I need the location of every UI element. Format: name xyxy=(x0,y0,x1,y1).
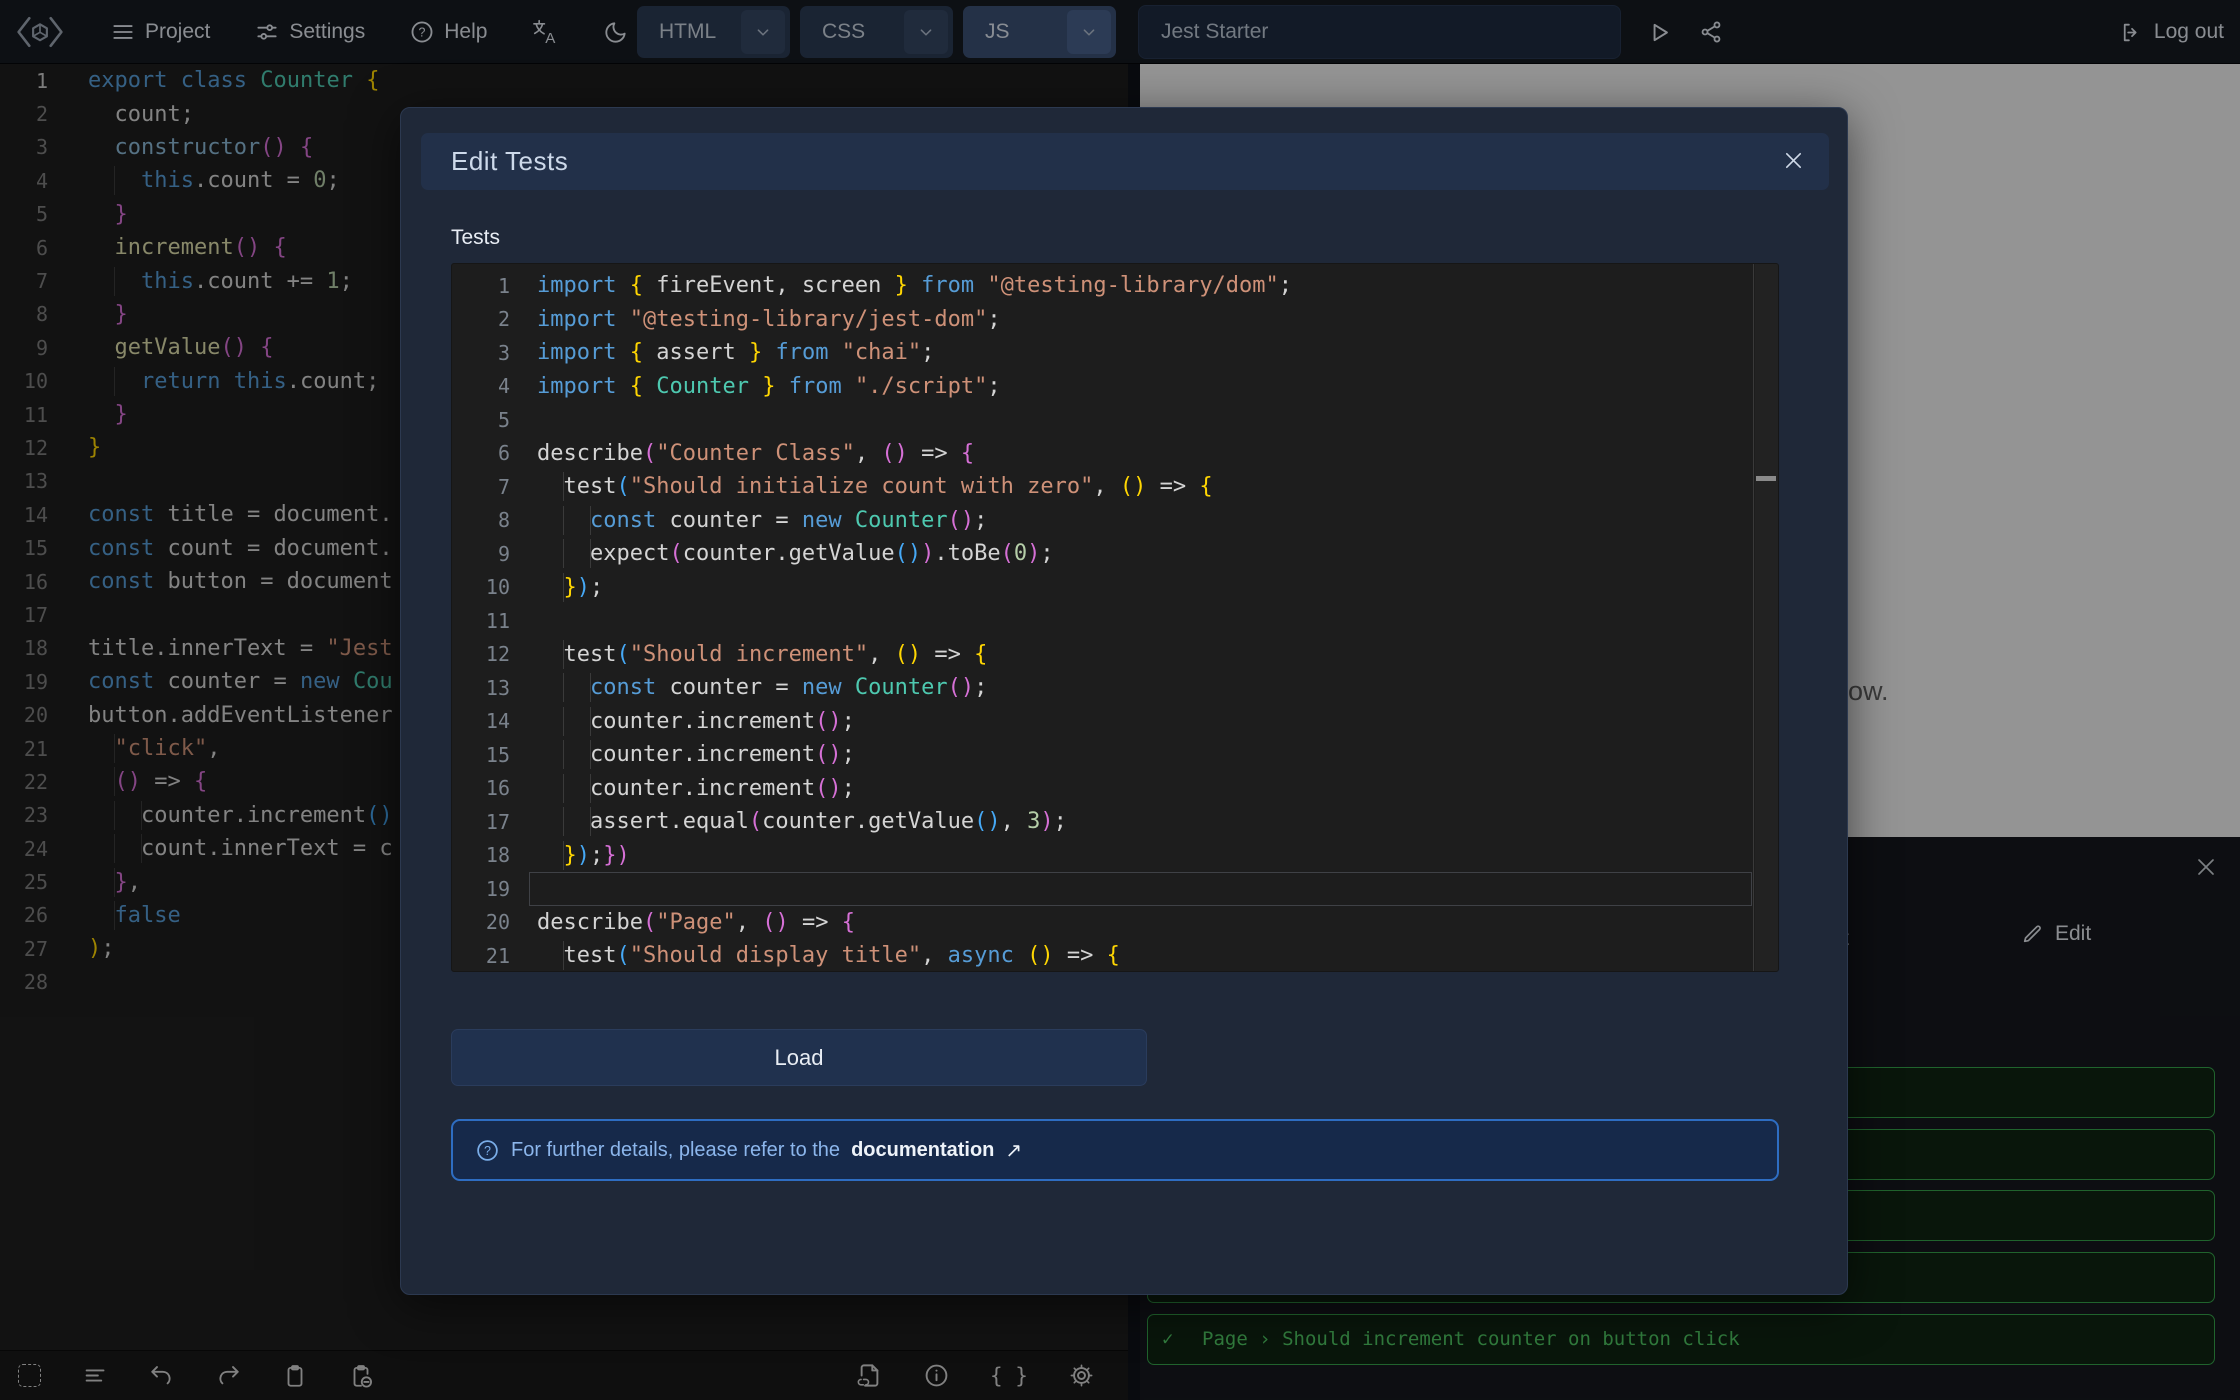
banner-text: For further details, please refer to the xyxy=(511,1139,840,1162)
code-line: 10 }); xyxy=(452,571,1778,605)
code-line: 1import { fireEvent, screen } from "@tes… xyxy=(452,269,1778,303)
code-line: 6describe("Counter Class", () => { xyxy=(452,437,1778,471)
editor-divider xyxy=(1753,264,1754,971)
code-line: 11 xyxy=(452,604,1778,638)
code-line: 17 assert.equal(counter.getValue(), 3); xyxy=(452,805,1778,839)
tests-code-editor[interactable]: 1import { fireEvent, screen } from "@tes… xyxy=(451,263,1779,972)
modal-close-button[interactable] xyxy=(1782,149,1805,175)
external-link-arrow-icon: ↗ xyxy=(1005,1138,1022,1163)
code-line: 8 const counter = new Counter(); xyxy=(452,504,1778,538)
code-line: 12 test("Should increment", () => { xyxy=(452,638,1778,672)
svg-text:?: ? xyxy=(484,1144,491,1158)
documentation-link[interactable]: documentation xyxy=(851,1139,994,1162)
code-line: 20describe("Page", () => { xyxy=(452,906,1778,940)
code-line: 2import "@testing-library/jest-dom"; xyxy=(452,303,1778,337)
close-icon xyxy=(1782,149,1805,172)
app-root: Project Settings ? Help A HTML xyxy=(0,0,2240,1400)
modal-header: Edit Tests xyxy=(421,133,1829,190)
code-line: 5 xyxy=(452,403,1778,437)
code-line: 19 xyxy=(452,872,1778,906)
help-circle-icon: ? xyxy=(475,1138,500,1163)
code-line: 21 test("Should display title", async ()… xyxy=(452,939,1778,972)
code-line: 3import { assert } from "chai"; xyxy=(452,336,1778,370)
code-line: 16 counter.increment(); xyxy=(452,772,1778,806)
tests-code[interactable]: 1import { fireEvent, screen } from "@tes… xyxy=(452,264,1778,972)
modal-title: Edit Tests xyxy=(451,146,568,177)
code-line: 9 expect(counter.getValue()).toBe(0); xyxy=(452,537,1778,571)
code-line: 14 counter.increment(); xyxy=(452,705,1778,739)
code-line: 18 });}) xyxy=(452,839,1778,873)
code-line: 15 counter.increment(); xyxy=(452,738,1778,772)
code-line: 4import { Counter } from "./script"; xyxy=(452,370,1778,404)
documentation-banner: ? For further details, please refer to t… xyxy=(451,1119,1779,1181)
edit-tests-modal: Edit Tests Tests 1import { fireEvent, sc… xyxy=(400,107,1848,1295)
code-line: 13 const counter = new Counter(); xyxy=(452,671,1778,705)
scrollbar-thumb[interactable] xyxy=(1756,476,1776,481)
load-button[interactable]: Load xyxy=(451,1029,1147,1086)
scrollbar-gutter xyxy=(1755,264,1778,971)
tests-section-label: Tests xyxy=(451,226,500,250)
code-line: 7 test("Should initialize count with zer… xyxy=(452,470,1778,504)
